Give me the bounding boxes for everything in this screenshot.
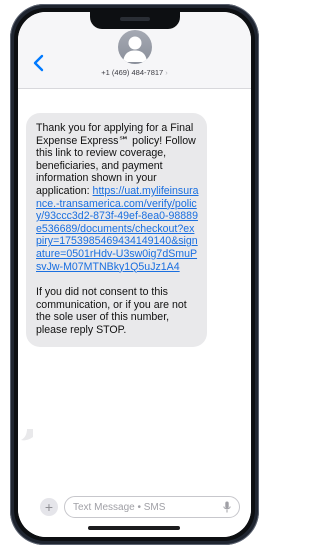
add-attachment-button[interactable]: + [40,498,58,516]
message-text: Thank you for applying for a Final Expen… [36,122,199,273]
person-icon [123,36,147,62]
contact-name[interactable]: +1 (469) 484-7817 › [18,68,251,77]
message-outro: If you did not consent to this communica… [36,286,187,336]
microphone-icon[interactable] [223,501,231,514]
phone-frame: +1 (469) 484-7817 › Thank you for applyin… [10,4,259,545]
chevron-right-icon: › [165,68,168,77]
message-thread[interactable]: Thank you for applying for a Final Expen… [18,89,251,487]
home-indicator[interactable] [88,526,180,530]
message-input[interactable] [73,497,213,517]
avatar[interactable] [118,30,152,64]
bubble-tail [21,429,33,441]
contact-phone: +1 (469) 484-7817 [101,68,164,77]
message-input-container[interactable] [64,496,240,518]
notch [90,12,180,29]
speaker-grille [120,17,150,21]
phone-screen: +1 (469) 484-7817 › Thank you for applyin… [18,12,251,537]
incoming-message-bubble[interactable]: Thank you for applying for a Final Expen… [26,113,207,347]
verification-link[interactable]: https://uat.mylifeinsurance.-transameric… [36,185,199,273]
